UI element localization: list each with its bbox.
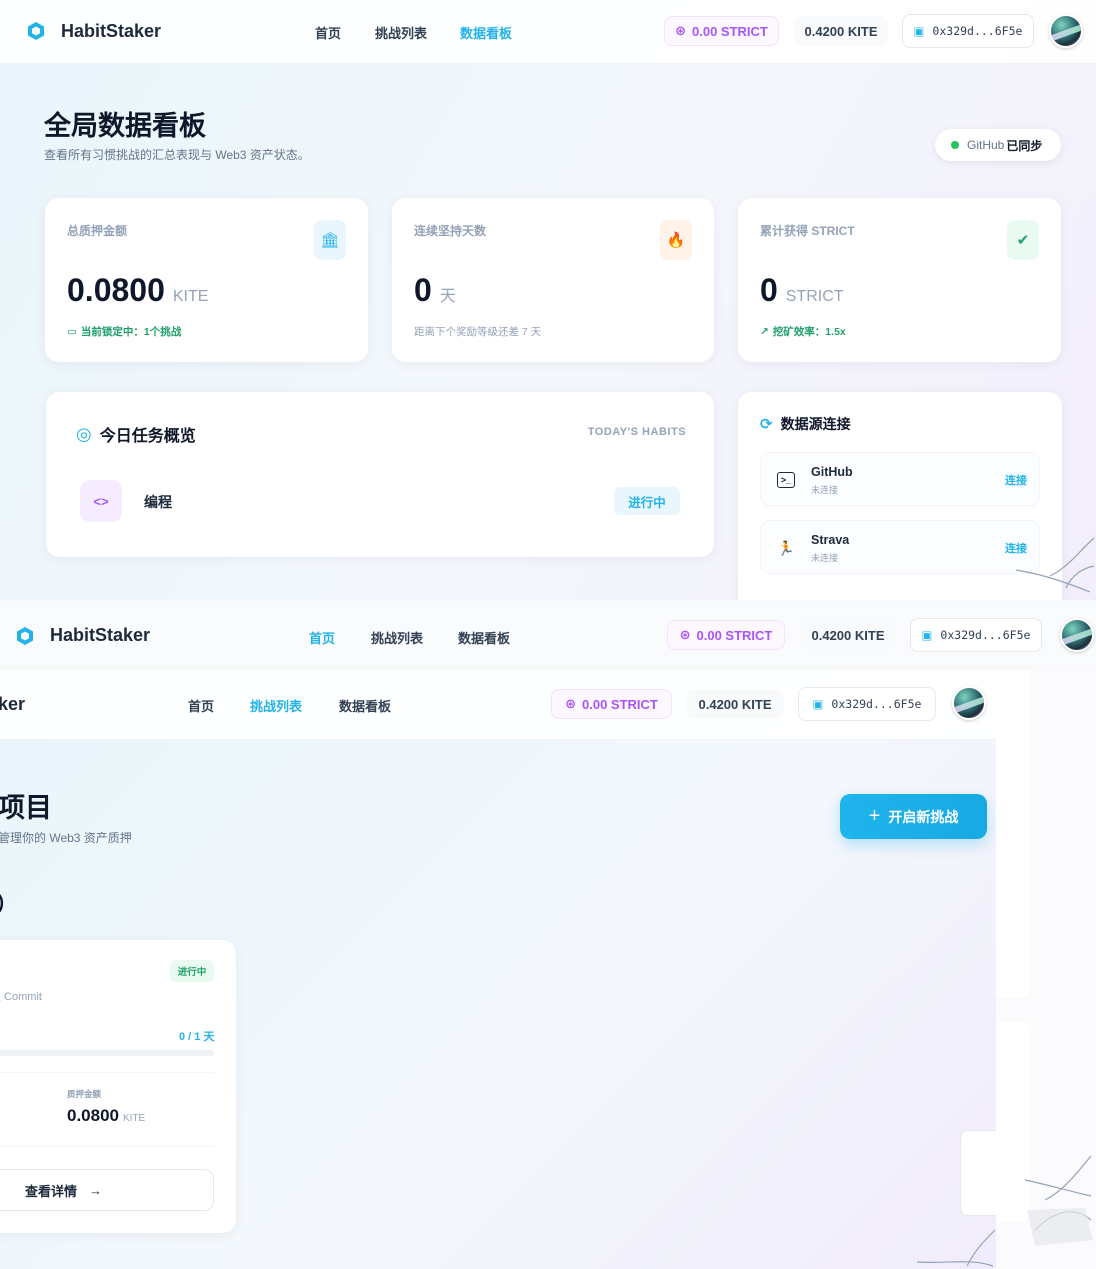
nav-challenges[interactable]: 挑战列表 <box>375 23 427 42</box>
today-tag: TODAY'S HABITS <box>587 426 686 438</box>
logo-icon <box>17 627 33 645</box>
challenge-card: 进行中 次 Commit 0 / 1 天 质押金额 0.0800KITE 查看详… <box>0 940 236 1233</box>
nav-dashboard[interactable]: 数据看板 <box>458 628 510 647</box>
kite-balance-pill: 0.4200 KITE <box>794 16 888 46</box>
connect-github-button[interactable]: 连接 <box>1005 472 1027 488</box>
top-nav: ker 首页 挑战列表 数据看板 ⊛ 0.00 STRICT 0.4200 KIT… <box>0 670 996 740</box>
wallet-icon: ▣ <box>921 628 933 642</box>
source-name: GitHub <box>811 465 853 479</box>
stake-value: 0.0800 KITE <box>67 1106 146 1125</box>
wallet-address-button[interactable]: ▣ 0x329d...6F5e <box>910 618 1042 652</box>
avatar[interactable] <box>952 686 986 720</box>
avatar[interactable] <box>1049 14 1083 48</box>
challenges-screen: ker 首页 挑战列表 数据看板 ⊛ 0.00 STRICT 0.4200 KIT… <box>0 670 996 1269</box>
strict-balance-pill[interactable]: ⊛ 0.00 STRICT <box>664 16 779 46</box>
today-habits-title: ◎ 今日任务概览 <box>76 423 196 446</box>
strict-token-icon: ⊛ <box>565 696 577 711</box>
stat-value: 0天 <box>414 272 456 308</box>
verified-badge-icon: ✔ <box>1007 220 1039 260</box>
today-habits-card: ◎ 今日任务概览 TODAY'S HABITS <> 编程 进行中 <box>46 392 714 557</box>
page-subtitle-fragment: 管理你的 Web3 资产质押 <box>0 831 132 845</box>
source-status: 未连接 <box>811 485 839 495</box>
source-row-github: >_ GitHub 未连接 连接 <box>760 452 1040 506</box>
nav-challenges[interactable]: 挑战列表 <box>371 628 423 647</box>
avatar[interactable] <box>1060 618 1094 652</box>
source-row-strava: 🏃 Strava 未连接 连接 <box>760 520 1040 574</box>
section-heading-fragment: ) <box>0 892 4 913</box>
nav-home[interactable]: 首页 <box>309 628 335 647</box>
nav-dashboard[interactable]: 数据看板 <box>339 696 391 715</box>
stat-label: 累计获得 STRICT <box>760 224 855 238</box>
stake-label: 质押金额 <box>67 1089 102 1099</box>
nav-strip-screen: HabitStaker 首页 挑战列表 数据看板 ⊛ 0.00 STRICT 0.… <box>0 600 1096 670</box>
strict-token-icon: ⊛ <box>675 23 687 38</box>
cash-icon: ▭ <box>67 325 77 338</box>
terminal-icon: >_ <box>777 472 795 488</box>
page-title-fragment: 项目 <box>0 793 52 823</box>
status-dot <box>951 141 959 149</box>
arrow-right-icon: → <box>89 1182 103 1198</box>
stat-label: 总质押金额 <box>67 224 128 238</box>
wallet-address-button[interactable]: ▣ 0x329d...6F5e <box>798 687 936 721</box>
brand-name[interactable]: HabitStaker <box>61 21 161 42</box>
divider <box>0 1146 214 1147</box>
plus-icon: + <box>868 805 881 827</box>
wallet-icon: ▣ <box>812 697 824 711</box>
challenge-desc: 次 Commit <box>0 991 42 1003</box>
strict-balance-pill[interactable]: ⊛ 0.00 STRICT <box>551 689 672 719</box>
stat-footnote: 距离下个奖励等级还差 7 天 <box>414 326 542 338</box>
top-nav: HabitStaker 首页 挑战列表 数据看板 ⊛ 0.00 STRICT 0.… <box>0 606 1096 664</box>
nav-home[interactable]: 首页 <box>315 23 341 42</box>
strict-balance-pill[interactable]: ⊛ 0.00 STRICT <box>667 620 785 650</box>
stat-card-total-stake: 总质押金额 🏛 0.0800 KITE ▭ 当前锁定中：1个挑战 <box>45 198 368 362</box>
sync-icon: ⟳ <box>760 416 773 433</box>
stat-value: 0 STRICT <box>760 272 844 308</box>
stat-footnote: ↗ 挖矿效率：1.5x <box>760 325 846 339</box>
source-status: 未连接 <box>811 553 839 563</box>
sync-status-badge: GitHub 已同步 <box>935 129 1061 161</box>
stat-card-streak: 连续坚持天数 🔥 0天 距离下个奖励等级还差 7 天 <box>392 198 714 362</box>
top-nav: HabitStaker 首页 挑战列表 数据看板 ⊛ 0.00 STRICT 0.… <box>0 0 1096 64</box>
habit-status-badge: 进行中 <box>614 487 680 515</box>
flame-icon: 🔥 <box>660 220 692 260</box>
dashboard-screen: HabitStaker 首页 挑战列表 数据看板 ⊛ 0.00 STRICT 0.… <box>0 0 1096 600</box>
divider <box>0 1072 214 1073</box>
progress-text: 0 / 1 天 <box>179 1031 215 1043</box>
habit-name[interactable]: 编程 <box>144 492 172 512</box>
stat-footnote: ▭ 当前锁定中：1个挑战 <box>67 325 182 339</box>
check-circle-icon: ◎ <box>76 423 92 444</box>
trend-up-icon: ↗ <box>760 325 769 338</box>
bank-icon: 🏛 <box>314 220 346 260</box>
source-name: Strava <box>811 533 850 547</box>
view-details-button[interactable]: 查看详情 → <box>0 1169 214 1211</box>
stat-label: 连续坚持天数 <box>414 224 487 238</box>
nav-dashboard[interactable]: 数据看板 <box>460 23 512 42</box>
decorative-line-art <box>916 1155 1093 1267</box>
strict-token-icon: ⊛ <box>679 627 691 642</box>
wallet-address-button[interactable]: ▣ 0x329d...6F5e <box>902 14 1034 48</box>
brand-name[interactable]: HabitStaker <box>50 625 150 646</box>
kite-balance-pill: 0.4200 KITE <box>686 689 784 719</box>
code-icon: <> <box>80 480 122 522</box>
status-badge: 进行中 <box>170 960 214 982</box>
page-title: 全局数据看板 <box>44 111 206 141</box>
nav-home[interactable]: 首页 <box>188 696 214 715</box>
kite-balance-pill: 0.4200 KITE <box>800 620 896 650</box>
stat-value: 0.0800 KITE <box>67 272 209 308</box>
data-sources-title: ⟳ 数据源连接 <box>760 416 851 433</box>
new-challenge-button[interactable]: + 开启新挑战 <box>840 794 987 839</box>
stat-card-strict-earned: 累计获得 STRICT ✔ 0 STRICT ↗ 挖矿效率：1.5x <box>738 198 1061 362</box>
wallet-icon: ▣ <box>913 24 925 38</box>
nav-challenges[interactable]: 挑战列表 <box>250 696 302 715</box>
logo-icon <box>28 22 44 40</box>
running-icon: 🏃 <box>777 539 795 556</box>
brand-name-fragment[interactable]: ker <box>0 694 25 715</box>
decorative-line-art <box>1015 537 1095 593</box>
page-subtitle: 查看所有习惯挑战的汇总表现与 Web3 资产状态。 <box>44 148 310 162</box>
progress-bar <box>0 1050 214 1056</box>
